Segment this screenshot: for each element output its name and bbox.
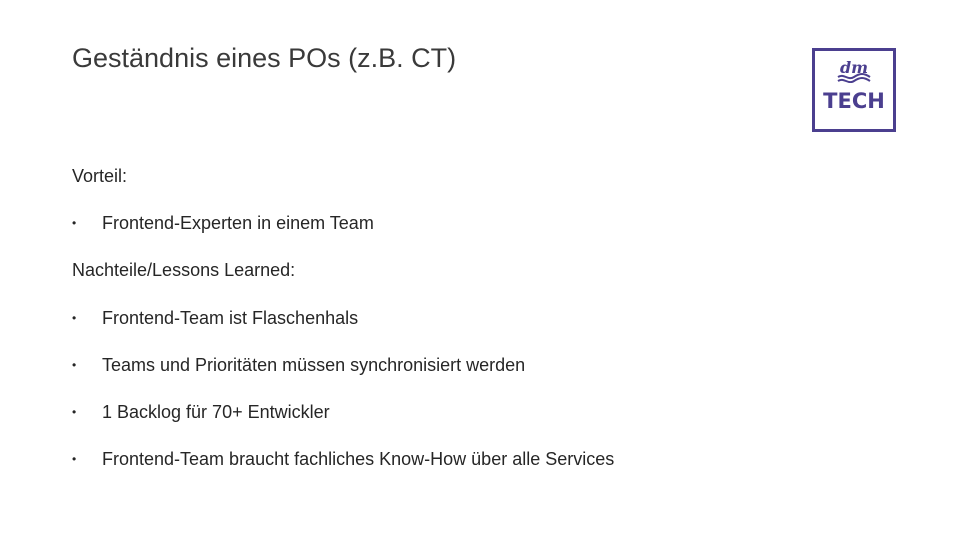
logo-tech-text: TECH — [823, 89, 885, 113]
bullet-text: 1 Backlog für 70+ Entwickler — [102, 401, 330, 422]
bullet-text: Frontend-Team braucht fachliches Know-Ho… — [102, 449, 615, 470]
bullet-icon: • — [72, 357, 77, 372]
slide-body: Vorteil: • Frontend-Experten in einem Te… — [72, 164, 892, 494]
section-heading-nachteile: Nachteile/Lessons Learned: — [72, 258, 892, 305]
bullet-icon: • — [72, 310, 77, 325]
bullet-icon: • — [72, 404, 77, 419]
bullet-item: • Frontend-Experten in einem Team — [72, 211, 892, 258]
bullet-icon: • — [72, 452, 77, 467]
bullet-item: • Teams und Prioritäten müssen synchroni… — [72, 353, 892, 400]
bullet-icon: • — [72, 216, 77, 231]
bullet-item: • Frontend-Team ist Flaschenhals — [72, 306, 892, 353]
logo-wave-icon — [837, 73, 871, 83]
heading-text: Nachteile/Lessons Learned: — [72, 260, 296, 281]
bullet-text: Frontend-Experten in einem Team — [102, 213, 374, 234]
heading-text: Vorteil: — [72, 166, 128, 186]
slide: Geständnis eines POs (z.B. CT) dm TECH V… — [0, 0, 960, 540]
dm-tech-logo: dm TECH — [812, 48, 896, 132]
bullet-item: • 1 Backlog für 70+ Entwickler — [72, 400, 892, 447]
bullet-text: Teams und Prioritäten müssen synchronisi… — [102, 354, 526, 375]
bullet-text: Frontend-Team ist Flaschenhals — [102, 307, 359, 328]
slide-title: Geständnis eines POs (z.B. CT) — [72, 43, 457, 73]
section-heading-vorteil: Vorteil: — [72, 164, 892, 211]
bullet-item: • Frontend-Team braucht fachliches Know-… — [72, 447, 892, 494]
